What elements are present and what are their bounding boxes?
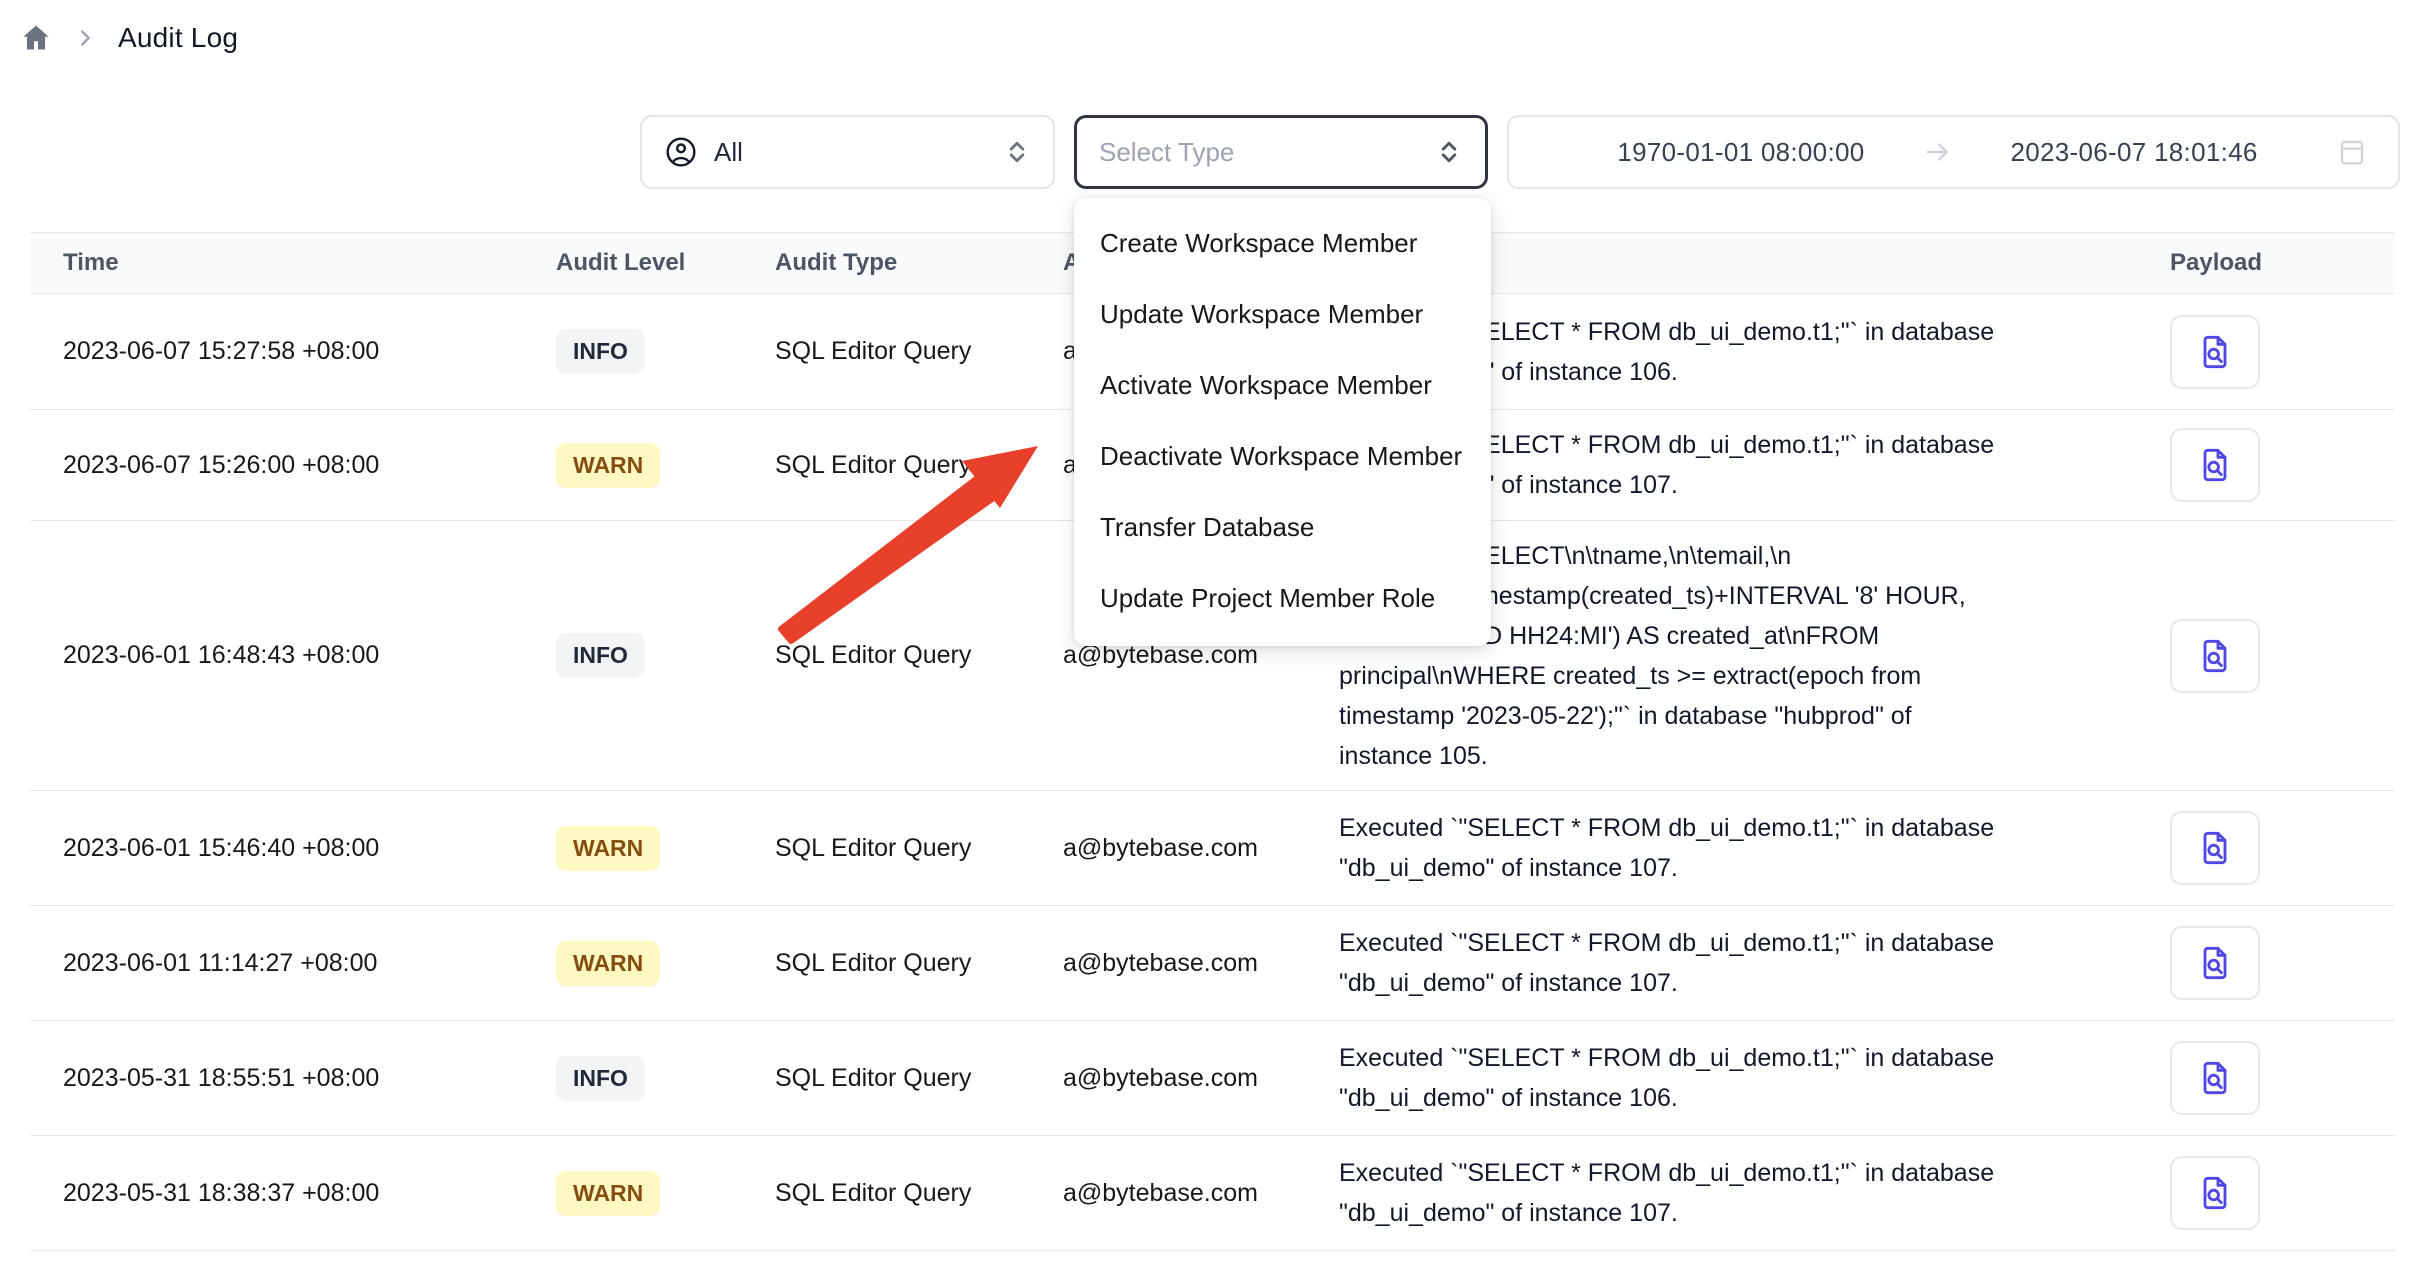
type-select-menu: Create Workspace MemberUpdate Workspace … (1074, 198, 1491, 646)
file-search-icon (2195, 943, 2235, 983)
page-title: Audit Log (118, 22, 238, 54)
cell-comment: Executed `"SELECT * FROM db_ui_demo.t1;"… (1339, 1038, 2170, 1118)
payload-view-button[interactable] (2170, 926, 2260, 1000)
home-icon[interactable] (20, 22, 52, 54)
cell-comment: Executed `"SELECT * FROM db_ui_demo.t1;"… (1339, 1153, 2170, 1233)
actor-filter-select[interactable]: All (640, 115, 1055, 189)
payload-view-button[interactable] (2170, 1041, 2260, 1115)
type-menu-item[interactable]: Create Workspace Member (1074, 208, 1491, 279)
audit-level-badge: WARN (556, 941, 660, 986)
table-row: 2023-05-31 18:38:37 +08:00WARN SQL Editor… (30, 1136, 2395, 1251)
cell-time: 2023-06-01 11:14:27 +08:00 (63, 949, 556, 978)
audit-level-badge: WARN (556, 443, 660, 488)
chevron-up-down-icon (1003, 138, 1031, 166)
audit-level-badge: WARN (556, 826, 660, 871)
cell-payload (2170, 315, 2395, 389)
cell-audit-type: SQL Editor Query (775, 1179, 1063, 1208)
table-row: 2023-05-31 18:55:51 +08:00INFO SQL Editor… (30, 1021, 2395, 1136)
date-range-start[interactable]: 1970-01-01 08:00:00 (1617, 137, 1864, 168)
cell-audit-level: WARN (556, 826, 775, 871)
range-arrow-icon (1923, 137, 1953, 167)
cell-actor: a@bytebase.com (1063, 949, 1339, 978)
file-search-icon (2195, 828, 2235, 868)
cell-time: 2023-05-31 18:38:37 +08:00 (63, 1179, 556, 1208)
cell-audit-type: SQL Editor Query (775, 949, 1063, 978)
date-range-end[interactable]: 2023-06-07 18:01:46 (2011, 137, 2258, 168)
cell-audit-level: WARN (556, 941, 775, 986)
cell-actor: a@bytebase.com (1063, 1064, 1339, 1093)
type-menu-item[interactable]: Transfer Database (1074, 492, 1491, 563)
table-row: 2023-06-01 15:46:40 +08:00WARN SQL Editor… (30, 791, 2395, 906)
audit-level-badge: INFO (556, 329, 645, 374)
cell-comment: Executed `"SELECT * FROM db_ui_demo.t1;"… (1339, 808, 2170, 888)
file-search-icon (2195, 332, 2235, 372)
file-search-icon (2195, 445, 2235, 485)
red-annotation-arrow (770, 415, 1070, 650)
header-time: Time (63, 249, 556, 277)
cell-time: 2023-06-01 16:48:43 +08:00 (63, 641, 556, 670)
cell-payload (2170, 926, 2395, 1000)
file-search-icon (2195, 1058, 2235, 1098)
audit-level-badge: INFO (556, 1056, 645, 1101)
cell-audit-level: INFO (556, 1056, 775, 1101)
cell-time: 2023-06-07 15:27:58 +08:00 (63, 337, 556, 366)
breadcrumb: Audit Log (20, 22, 238, 54)
type-filter-select[interactable]: Select Type (1074, 115, 1488, 189)
cell-actor: a@bytebase.com (1063, 1179, 1339, 1208)
cell-audit-level: INFO (556, 633, 775, 678)
type-menu-item[interactable]: Update Project Member Role (1074, 563, 1491, 634)
cell-comment: Executed `"SELECT * FROM db_ui_demo.t1;"… (1339, 923, 2170, 1003)
cell-audit-level: WARN (556, 443, 775, 488)
audit-level-badge: INFO (556, 633, 645, 678)
date-range-picker[interactable]: 1970-01-01 08:00:00 2023-06-07 18:01:46 (1507, 115, 2400, 189)
person-circle-icon (664, 135, 698, 169)
actor-filter-value: All (714, 137, 743, 168)
file-search-icon (2195, 636, 2235, 676)
payload-view-button[interactable] (2170, 428, 2260, 502)
cell-payload (2170, 428, 2395, 502)
cell-audit-type: SQL Editor Query (775, 1064, 1063, 1093)
breadcrumb-chevron-icon (74, 27, 96, 49)
cell-payload (2170, 1041, 2395, 1115)
payload-view-button[interactable] (2170, 1156, 2260, 1230)
calendar-icon (2336, 136, 2368, 168)
payload-view-button[interactable] (2170, 811, 2260, 885)
cell-payload (2170, 619, 2395, 693)
file-search-icon (2195, 1173, 2235, 1213)
payload-view-button[interactable] (2170, 619, 2260, 693)
type-menu-item[interactable]: Update Workspace Member (1074, 279, 1491, 350)
cell-payload (2170, 1156, 2395, 1230)
cell-time: 2023-05-31 18:55:51 +08:00 (63, 1064, 556, 1093)
header-payload: Payload (2170, 249, 2395, 277)
table-row: 2023-06-01 11:14:27 +08:00WARN SQL Editor… (30, 906, 2395, 1021)
header-audit-type: Audit Type (775, 249, 1063, 277)
type-filter-placeholder: Select Type (1099, 137, 1234, 168)
type-menu-item[interactable]: Deactivate Workspace Member (1074, 421, 1491, 492)
cell-actor: a@bytebase.com (1063, 834, 1339, 863)
cell-audit-level: INFO (556, 329, 775, 374)
payload-view-button[interactable] (2170, 315, 2260, 389)
cell-time: 2023-06-01 15:46:40 +08:00 (63, 834, 556, 863)
cell-audit-level: WARN (556, 1171, 775, 1216)
cell-payload (2170, 811, 2395, 885)
cell-audit-type: SQL Editor Query (775, 834, 1063, 863)
cell-time: 2023-06-07 15:26:00 +08:00 (63, 451, 556, 480)
cell-audit-type: SQL Editor Query (775, 337, 1063, 366)
audit-level-badge: WARN (556, 1171, 660, 1216)
type-menu-item[interactable]: Activate Workspace Member (1074, 350, 1491, 421)
header-audit-level: Audit Level (556, 249, 775, 277)
chevron-up-down-icon (1435, 138, 1463, 166)
